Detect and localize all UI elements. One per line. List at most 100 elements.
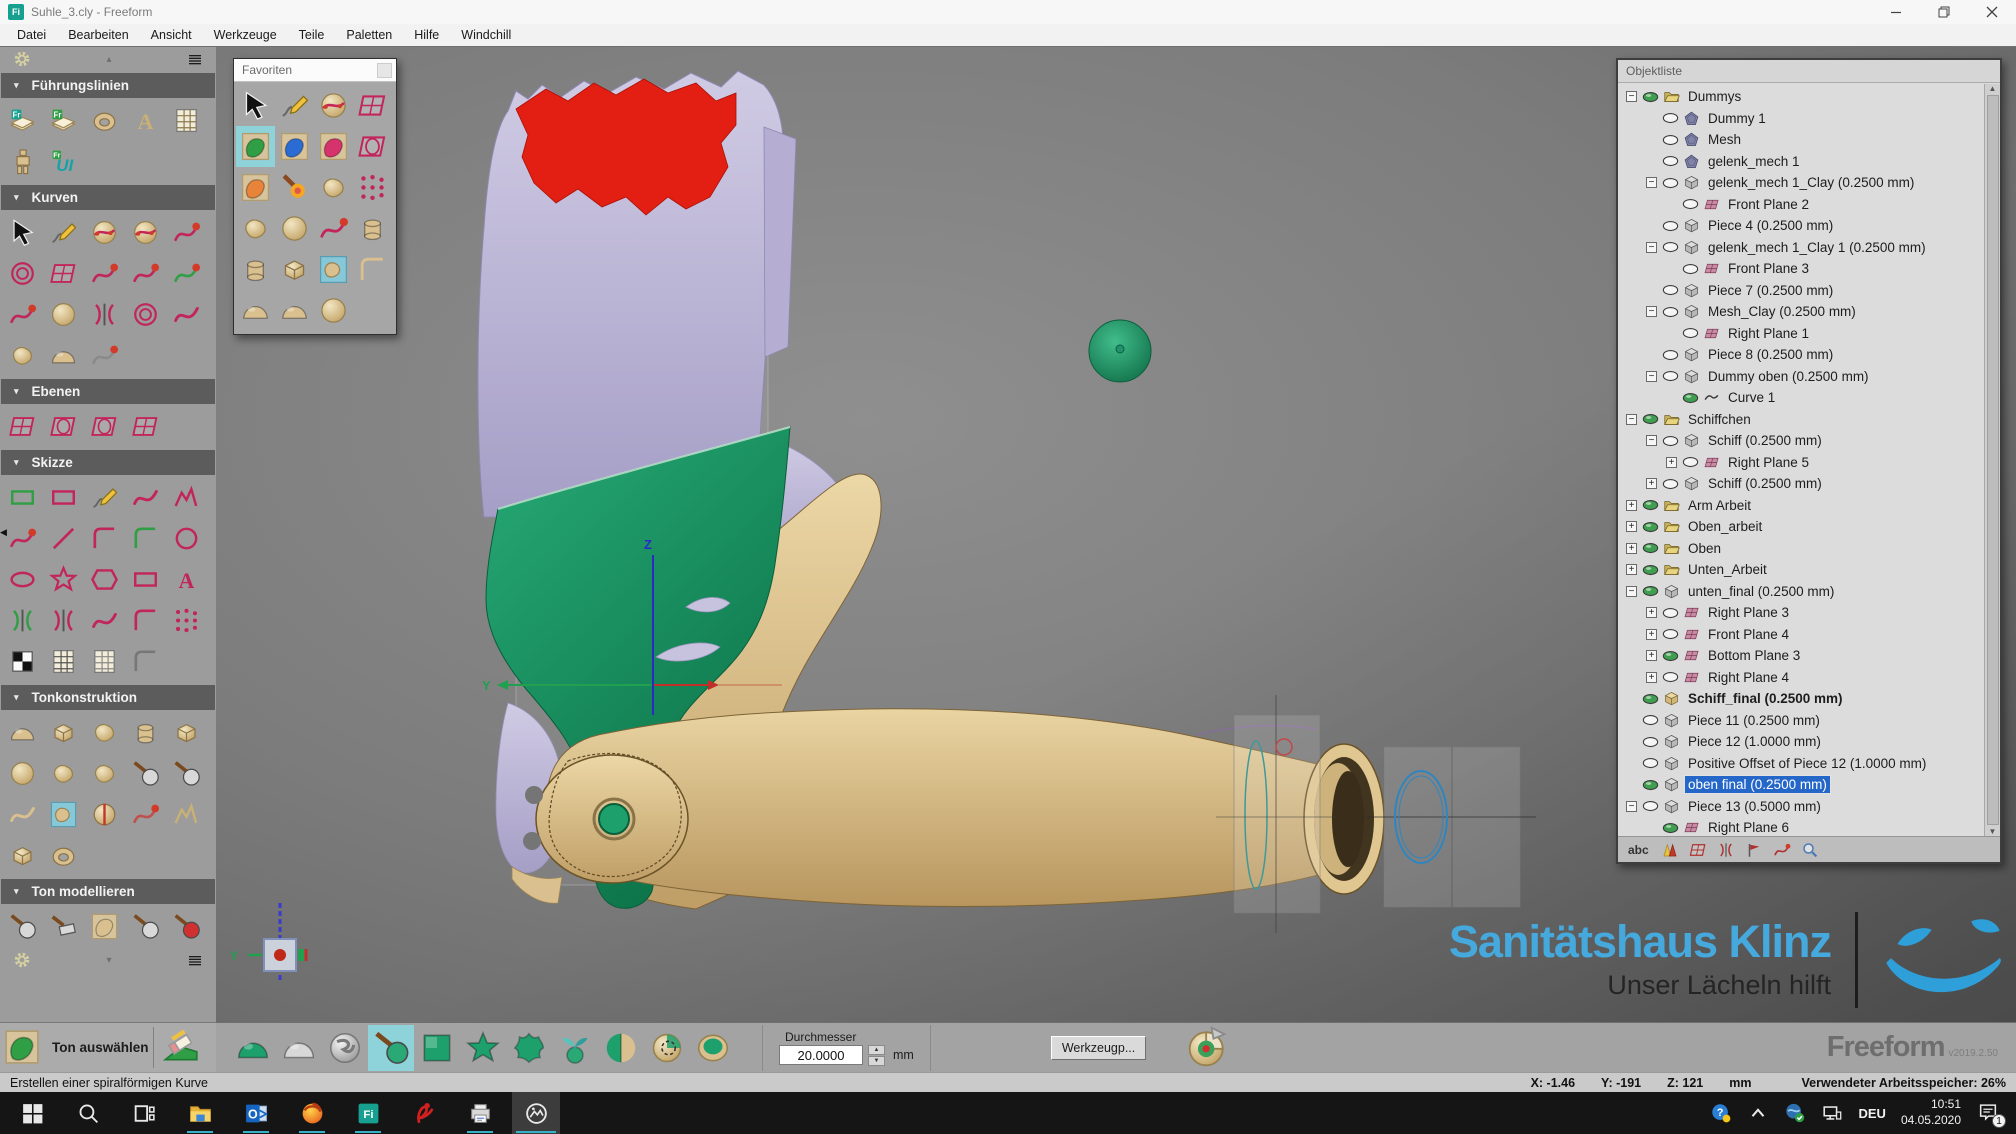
tangent-arc-icon[interactable] <box>125 518 166 559</box>
curve-hat-icon[interactable] <box>84 335 125 376</box>
expand-box-icon[interactable]: + <box>1646 478 1657 489</box>
tree-item[interactable]: +Arm Arbeit <box>1618 495 1984 517</box>
fillet-tool-icon[interactable] <box>353 249 392 290</box>
group-select-icon[interactable] <box>43 477 84 518</box>
select-icon[interactable] <box>236 85 275 126</box>
tree-item[interactable]: Positive Offset of Piece 12 (1.0000 mm) <box>1618 753 1984 775</box>
tree-item[interactable]: +Right Plane 5 <box>1618 452 1984 474</box>
diameter-increase-button[interactable]: ▲ <box>868 1045 885 1055</box>
tree-item[interactable]: Piece 11 (0.2500 mm) <box>1618 710 1984 732</box>
collapse-box-icon[interactable]: − <box>1626 586 1637 597</box>
tree-item[interactable]: +Right Plane 4 <box>1618 667 1984 689</box>
island-tool-icon[interactable] <box>314 249 353 290</box>
curve-on-clay-icon[interactable] <box>314 85 353 126</box>
visibility-on-icon[interactable] <box>1641 413 1660 425</box>
cylinder-primitive-icon[interactable] <box>125 712 166 753</box>
tree-item[interactable]: +Unten_Arbeit <box>1618 559 1984 581</box>
spiral-curve-icon[interactable] <box>166 294 207 335</box>
restore-button[interactable] <box>1920 0 1968 24</box>
tree-item[interactable]: +Oben_arbeit <box>1618 516 1984 538</box>
smooth-curve-icon[interactable] <box>166 253 207 294</box>
circle-icon[interactable] <box>166 518 207 559</box>
half-sphere-tool[interactable] <box>598 1025 644 1071</box>
push-ball-icon[interactable] <box>125 906 166 947</box>
dimple-sphere-icon[interactable] <box>236 290 275 331</box>
visibility-on-icon[interactable] <box>1641 693 1660 705</box>
plane-icon[interactable] <box>353 85 392 126</box>
mannequin-icon[interactable] <box>2 141 43 182</box>
acrobat-button[interactable] <box>400 1092 448 1134</box>
section-header-tonmodellieren[interactable]: ▾Ton modellieren <box>1 879 215 904</box>
visibility-off-icon[interactable] <box>1661 177 1680 189</box>
ring-template-icon[interactable] <box>84 100 125 141</box>
extract-curve-icon[interactable] <box>166 212 207 253</box>
outlook-button[interactable] <box>232 1092 280 1134</box>
visibility-off-icon[interactable] <box>1661 370 1680 382</box>
visibility-on-icon[interactable] <box>1641 91 1660 103</box>
cube-primitive-icon[interactable] <box>166 712 207 753</box>
collapse-box-icon[interactable]: − <box>1626 801 1637 812</box>
plane-from-shapes-icon[interactable] <box>43 406 84 447</box>
swirl-sphere-tool[interactable] <box>322 1025 368 1071</box>
red-curve-icon[interactable] <box>1717 841 1735 859</box>
section-header-kurven[interactable]: ▾Kurven <box>1 185 215 210</box>
polyline-icon[interactable] <box>166 477 207 518</box>
tree-item[interactable]: gelenk_mech 1 <box>1618 151 1984 173</box>
print-button[interactable] <box>456 1092 504 1134</box>
collapse-box-icon[interactable]: − <box>1626 91 1637 102</box>
blob-primitive-icon[interactable] <box>84 712 125 753</box>
visibility-off-icon[interactable] <box>1641 714 1660 726</box>
tree-item[interactable]: −Schiffchen <box>1618 409 1984 431</box>
curve-to-plane-icon[interactable] <box>314 208 353 249</box>
plane-lamp-icon[interactable] <box>125 406 166 447</box>
select-clay-icon[interactable] <box>236 126 275 167</box>
collapse-box-icon[interactable]: − <box>1646 306 1657 317</box>
freehand-curve-icon[interactable] <box>125 477 166 518</box>
visibility-on-icon[interactable] <box>1641 585 1660 597</box>
menu-paletten[interactable]: Paletten <box>335 28 403 42</box>
menu-windchill[interactable]: Windchill <box>450 28 522 42</box>
tree-item[interactable]: Curve 1 <box>1618 387 1984 409</box>
emboss-block-icon[interactable] <box>2 835 43 876</box>
stamp-block-icon[interactable] <box>275 249 314 290</box>
select-icon[interactable] <box>2 212 43 253</box>
visibility-off-icon[interactable] <box>1661 628 1680 640</box>
tree-item[interactable]: Piece 12 (1.0000 mm) <box>1618 731 1984 753</box>
mirror-curve-icon[interactable] <box>84 294 125 335</box>
section-header-ebenen[interactable]: ▾Ebenen <box>1 379 215 404</box>
hook-arm-icon[interactable] <box>125 753 166 794</box>
sphere-section-icon[interactable] <box>1186 1025 1232 1071</box>
freeform-doc-icon[interactable] <box>2 100 43 141</box>
collapse-box-icon[interactable]: − <box>1646 242 1657 253</box>
hot-ball-icon[interactable] <box>166 906 207 947</box>
collapse-box-icon[interactable]: − <box>1646 177 1657 188</box>
tree-item[interactable]: Piece 7 (0.2500 mm) <box>1618 280 1984 302</box>
visibility-off-icon[interactable] <box>1661 349 1680 361</box>
arc-icon[interactable] <box>84 518 125 559</box>
ui-guide-icon[interactable] <box>43 141 84 182</box>
tree-item[interactable]: +Front Plane 4 <box>1618 624 1984 646</box>
trim-icon[interactable] <box>2 600 43 641</box>
visibility-on-icon[interactable] <box>1641 521 1660 533</box>
visibility-off-icon[interactable] <box>1661 607 1680 619</box>
visibility-off-icon[interactable] <box>1661 155 1680 167</box>
notification-icon[interactable]: 1 <box>1976 1101 2002 1125</box>
tree-item[interactable]: Schiff_final (0.2500 mm) <box>1618 688 1984 710</box>
menu-datei[interactable]: Datei <box>6 28 57 42</box>
scatter-points-icon[interactable] <box>353 167 392 208</box>
expand-box-icon[interactable]: + <box>1626 543 1637 554</box>
visibility-off-icon[interactable] <box>1661 435 1680 447</box>
sync-tray-icon[interactable] <box>1784 1102 1806 1124</box>
fan-surface-icon[interactable] <box>43 335 84 376</box>
blob-stack-icon[interactable] <box>84 753 125 794</box>
sidebar-collapse-down-icon[interactable]: ▾ <box>106 955 111 966</box>
visibility-on-icon[interactable] <box>1681 392 1700 404</box>
curve-loops-icon[interactable] <box>2 253 43 294</box>
tree-item[interactable]: Front Plane 3 <box>1618 258 1984 280</box>
palette-options-button[interactable] <box>377 63 392 78</box>
visibility-on-icon[interactable] <box>1661 650 1680 662</box>
splat-clay-tool[interactable] <box>506 1025 552 1071</box>
tree-item[interactable]: oben final (0.2500 mm) <box>1618 774 1984 796</box>
cylinder-curve-icon[interactable] <box>353 208 392 249</box>
eraser-tool-icon[interactable] <box>160 1028 204 1068</box>
